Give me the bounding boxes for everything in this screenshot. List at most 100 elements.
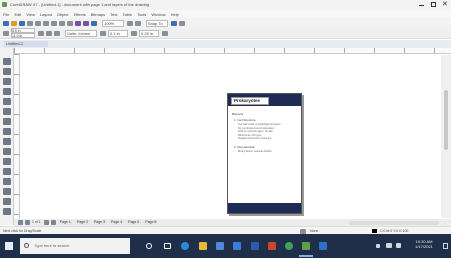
horizontal-scrollbar[interactable] (349, 220, 439, 225)
document-tab[interactable]: Untitled-1 (4, 41, 48, 47)
zoom-tool-icon[interactable] (2, 88, 11, 95)
save-icon[interactable] (19, 20, 25, 26)
app-launcher-icon[interactable] (91, 20, 97, 26)
zoom-level-field[interactable]: 100% (102, 19, 124, 27)
undo-icon[interactable] (59, 20, 65, 26)
paste-icon[interactable] (51, 20, 57, 26)
notification-chevron-icon[interactable] (376, 244, 380, 248)
page-tab-2[interactable]: Page 2 (74, 220, 90, 225)
maximize-icon[interactable] (431, 2, 436, 7)
page-tab-3[interactable]: Page 3 (91, 220, 108, 225)
menu-object[interactable]: Object (57, 12, 69, 17)
snap-to-dropdown[interactable]: Snap To (146, 19, 168, 27)
export-icon[interactable] (83, 20, 89, 26)
doc-line-0: Bacteria (232, 112, 244, 116)
artistic-media-tool-icon[interactable] (2, 108, 11, 115)
crop-tool-icon[interactable] (2, 78, 11, 85)
word-icon[interactable] (251, 242, 259, 250)
interactive-fill-tool-icon[interactable] (2, 208, 11, 215)
new-doc-icon[interactable] (3, 20, 9, 26)
page-tab-5[interactable]: Page 5 (126, 220, 142, 225)
search-box[interactable]: Type here to search (20, 238, 130, 254)
page-height-field[interactable]: 11.0 in (11, 33, 35, 38)
coreldraw-taskbar-icon[interactable] (302, 242, 310, 250)
powerpoint-icon[interactable] (268, 242, 276, 250)
vertical-scrollbar-thumb[interactable] (444, 90, 448, 150)
text-tool-icon[interactable] (2, 148, 11, 155)
menu-text[interactable]: Text (110, 12, 117, 17)
notifications-icon[interactable] (443, 243, 448, 249)
duplicate-distance-field[interactable]: 0.25 in (139, 29, 159, 37)
page-tab-6[interactable]: Page 6 (143, 220, 159, 225)
transparency-tool-icon[interactable] (2, 188, 11, 195)
footer-bar (228, 203, 301, 213)
cortana-icon[interactable] (146, 243, 152, 249)
menu-file[interactable]: File (3, 12, 9, 17)
task-view-icon[interactable] (164, 243, 171, 249)
menu-layout[interactable]: Layout (40, 12, 52, 17)
landscape-icon[interactable] (46, 30, 52, 36)
clock[interactable]: 10:30 AM 1/17/2021 (408, 239, 440, 249)
pick-tool-icon[interactable] (2, 58, 11, 65)
menu-view[interactable]: View (26, 12, 35, 17)
drop-shadow-tool-icon[interactable] (2, 178, 11, 185)
property-bar: 8.5 in 11.0 in Units: Inches 0.1 in 0.25… (0, 28, 451, 39)
menu-bitmaps[interactable]: Bitmaps (91, 12, 105, 17)
welcome-icon[interactable] (171, 20, 177, 26)
connector-tool-icon[interactable] (2, 168, 11, 175)
print-icon[interactable] (27, 20, 33, 26)
redo-icon[interactable] (67, 20, 73, 26)
open-icon[interactable] (11, 20, 17, 26)
units-dropdown[interactable]: Units: Inches (65, 29, 97, 37)
chrome-icon[interactable] (285, 242, 293, 250)
vertical-scrollbar[interactable] (441, 55, 451, 218)
eyedropper-tool-icon[interactable] (2, 198, 11, 205)
menu-help[interactable]: Help (171, 12, 179, 17)
full-screen-icon[interactable] (127, 20, 133, 26)
options-icon[interactable] (179, 20, 185, 26)
document-page[interactable]: Prokaryotes Bacteria 1. Cell Structure C… (227, 93, 302, 214)
close-icon[interactable]: ✕ (442, 1, 448, 8)
freehand-tool-icon[interactable] (2, 98, 11, 105)
volume-icon[interactable] (396, 243, 401, 248)
nudge-icon[interactable] (100, 30, 106, 36)
menu-table[interactable]: Table (123, 12, 133, 17)
nudge-field[interactable]: 0.1 in (108, 29, 128, 37)
outline-swatch-icon (372, 229, 377, 233)
last-page-icon[interactable] (50, 220, 56, 225)
file-explorer-icon[interactable] (199, 242, 207, 250)
all-pages-icon[interactable] (54, 30, 60, 36)
store-icon[interactable] (216, 242, 224, 250)
next-page-icon[interactable] (43, 220, 49, 225)
rulers-icon[interactable] (135, 20, 141, 26)
ellipse-tool-icon[interactable] (2, 128, 11, 135)
menu-edit[interactable]: Edit (14, 12, 21, 17)
photos-icon[interactable] (319, 242, 327, 250)
windows-start-icon[interactable] (5, 242, 13, 250)
copy-icon[interactable] (43, 20, 49, 26)
doc-line-8: Binary fission, asexual division (238, 149, 272, 153)
polygon-tool-icon[interactable] (2, 138, 11, 145)
menu-effects[interactable]: Effects (74, 12, 86, 17)
import-icon[interactable] (75, 20, 81, 26)
page-tab-1[interactable]: Page 1 (57, 220, 73, 225)
search-placeholder: Type here to search (34, 243, 70, 248)
page-tab-4[interactable]: Page 4 (109, 220, 125, 225)
page-size-icon[interactable] (3, 30, 9, 36)
rectangle-tool-icon[interactable] (2, 118, 11, 125)
duplicate-distance-icon[interactable] (131, 30, 137, 36)
snap-options-icon[interactable] (162, 30, 168, 36)
mail-icon[interactable] (233, 242, 241, 250)
prev-page-icon[interactable] (25, 220, 30, 225)
menu-window[interactable]: Window (151, 12, 165, 17)
parallel-dimension-tool-icon[interactable] (2, 158, 11, 165)
edge-icon[interactable] (181, 242, 189, 250)
minimize-icon[interactable] (419, 5, 424, 6)
cut-icon[interactable] (35, 20, 41, 26)
first-page-icon[interactable] (18, 220, 23, 225)
horizontal-ruler (14, 48, 451, 54)
portrait-icon[interactable] (38, 30, 44, 36)
menu-tools[interactable]: Tools (137, 12, 146, 17)
network-icon[interactable] (386, 243, 392, 248)
shape-tool-icon[interactable] (2, 68, 11, 75)
